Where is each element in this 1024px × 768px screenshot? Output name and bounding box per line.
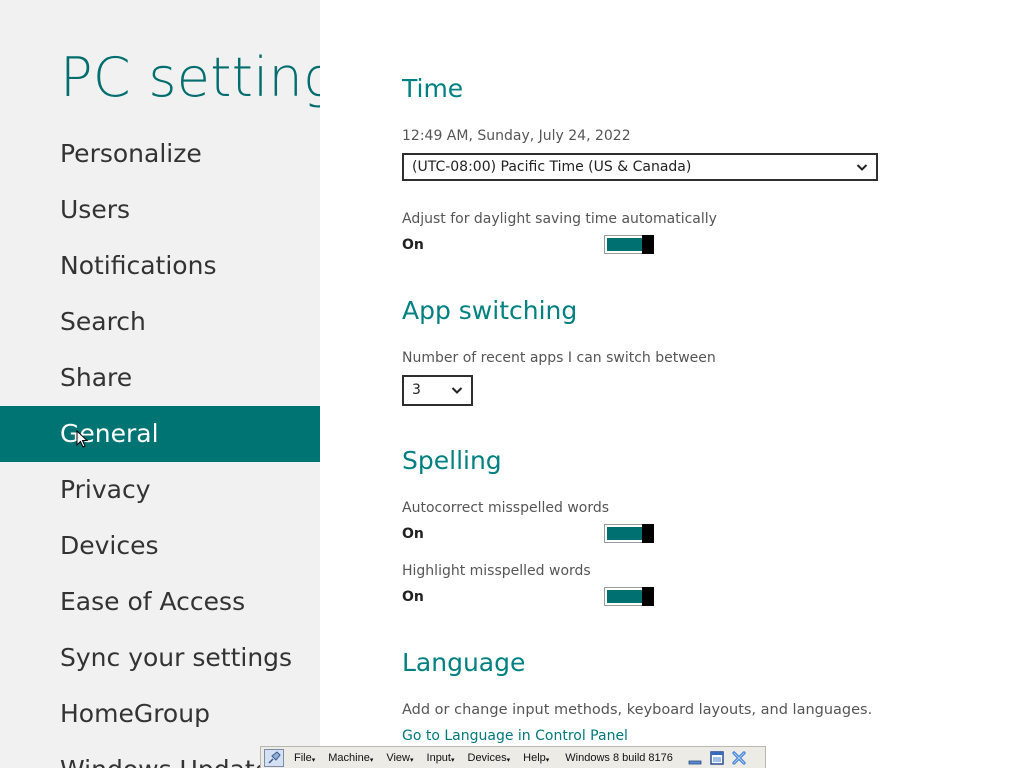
dst-toggle[interactable]: [604, 235, 654, 254]
nav-item-ease-of-access[interactable]: Ease of Access: [0, 574, 320, 630]
toggle-thumb: [642, 524, 654, 543]
pin-button[interactable]: [264, 748, 284, 767]
vm-toolbar: File▾ Machine▾ View▾ Input▾ Devices▾ Hel…: [260, 746, 766, 768]
dropdown-arrow-icon: ▾: [545, 756, 550, 764]
toggle-thumb: [642, 235, 654, 254]
vm-menu-machine[interactable]: Machine▾: [328, 752, 373, 764]
nav-item-share[interactable]: Share: [0, 350, 320, 406]
settings-sidebar: PC settings Personalize Users Notificati…: [0, 0, 320, 768]
toggle-fill: [607, 527, 643, 540]
nav-item-general[interactable]: General: [0, 406, 320, 462]
timezone-value: (UTC-08:00) Pacific Time (US & Canada): [412, 159, 692, 175]
vm-menu-file-label: File: [294, 751, 312, 764]
highlight-label: Highlight misspelled words: [402, 563, 591, 579]
pin-icon: [268, 750, 281, 764]
mouse-cursor-icon: [76, 430, 88, 448]
nav-item-notifications[interactable]: Notifications: [0, 238, 320, 294]
vm-menu-input-label: Input: [426, 751, 451, 764]
vm-menu-view-label: View: [386, 751, 410, 764]
highlight-toggle[interactable]: [604, 587, 654, 606]
dropdown-arrow-icon: ▾: [311, 756, 316, 764]
language-description: Add or change input methods, keyboard la…: [402, 702, 873, 718]
language-control-panel-link[interactable]: Go to Language in Control Panel: [402, 728, 628, 744]
autocorrect-toggle[interactable]: [604, 524, 654, 543]
nav-item-users[interactable]: Users: [0, 182, 320, 238]
vm-menu-machine-label: Machine: [328, 751, 370, 764]
restore-icon[interactable]: [709, 750, 725, 766]
vm-menu-help-label: Help: [523, 751, 546, 764]
app-switching-heading: App switching: [402, 296, 578, 325]
nav-item-devices[interactable]: Devices: [0, 518, 320, 574]
autocorrect-state: On: [402, 526, 424, 542]
spelling-heading: Spelling: [402, 446, 502, 475]
nav-item-homegroup[interactable]: HomeGroup: [0, 686, 320, 742]
nav-item-personalize[interactable]: Personalize: [0, 126, 320, 182]
toggle-fill: [607, 590, 643, 603]
nav-item-search[interactable]: Search: [0, 294, 320, 350]
minimize-icon[interactable]: [687, 750, 703, 766]
recent-apps-value: 3: [412, 382, 421, 398]
recent-apps-select[interactable]: 3: [402, 375, 473, 406]
toggle-thumb: [642, 587, 654, 606]
current-datetime: 12:49 AM, Sunday, July 24, 2022: [402, 128, 631, 144]
autocorrect-label: Autocorrect misspelled words: [402, 500, 610, 516]
settings-nav: Personalize Users Notifications Search S…: [0, 126, 320, 768]
recent-apps-label: Number of recent apps I can switch betwe…: [402, 350, 716, 366]
chevron-down-icon: [856, 164, 868, 171]
vm-menu-devices-label: Devices: [467, 751, 507, 764]
language-heading: Language: [402, 648, 526, 677]
dst-state: On: [402, 237, 424, 253]
vm-menu-input[interactable]: Input▾: [427, 752, 455, 764]
dropdown-arrow-icon: ▾: [369, 756, 374, 764]
page-title: PC settings: [60, 46, 320, 109]
settings-content: Time 12:49 AM, Sunday, July 24, 2022 (UT…: [402, 0, 962, 768]
vm-menu-file[interactable]: File▾: [294, 752, 315, 764]
timezone-select[interactable]: (UTC-08:00) Pacific Time (US & Canada): [402, 153, 878, 181]
chevron-down-icon: [451, 387, 463, 394]
dropdown-arrow-icon: ▾: [450, 756, 455, 764]
dst-label: Adjust for daylight saving time automati…: [402, 211, 717, 227]
vm-menu-help[interactable]: Help▾: [523, 752, 549, 764]
nav-item-privacy[interactable]: Privacy: [0, 462, 320, 518]
nav-item-sync-settings[interactable]: Sync your settings: [0, 630, 320, 686]
dropdown-arrow-icon: ▾: [410, 756, 414, 764]
time-heading: Time: [402, 74, 464, 103]
vm-title: Windows 8 build 8176: [565, 751, 673, 764]
close-icon[interactable]: [731, 750, 747, 766]
highlight-state: On: [402, 589, 424, 605]
vm-menu-view[interactable]: View▾: [386, 752, 413, 764]
toggle-fill: [607, 238, 643, 251]
vm-menu-devices[interactable]: Devices▾: [468, 752, 511, 764]
dropdown-arrow-icon: ▾: [506, 756, 511, 764]
